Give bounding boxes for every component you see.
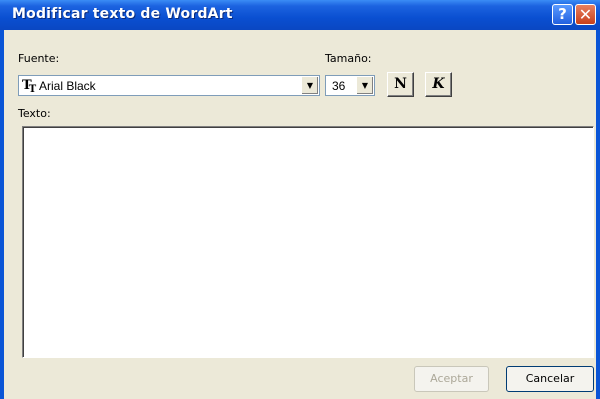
- text-label: Texto:: [18, 107, 51, 120]
- help-button[interactable]: ?: [552, 4, 573, 25]
- size-value: 36: [332, 79, 346, 93]
- chevron-down-icon: ▼: [306, 81, 314, 90]
- dialog-title: Modificar texto de WordArt: [12, 6, 233, 22]
- size-combo[interactable]: 36 ▼: [325, 75, 375, 96]
- wordart-dialog: Modificar texto de WordArt ? ✕ Fuente: T…: [0, 0, 600, 399]
- bold-button[interactable]: N: [387, 72, 414, 97]
- accept-button[interactable]: Aceptar: [414, 366, 489, 392]
- close-icon: ✕: [578, 5, 593, 24]
- truetype-icon: TT: [22, 78, 37, 95]
- size-dropdown-button[interactable]: ▼: [356, 77, 373, 94]
- bold-icon: N: [394, 76, 407, 92]
- font-combo[interactable]: TT Arial Black ▼: [18, 75, 320, 96]
- cancel-button[interactable]: Cancelar: [506, 366, 594, 392]
- italic-button[interactable]: K: [425, 72, 452, 97]
- text-area[interactable]: [22, 126, 594, 358]
- close-button[interactable]: ✕: [575, 4, 596, 25]
- size-label: Tamaño:: [325, 52, 372, 65]
- font-label: Fuente:: [18, 52, 60, 65]
- help-icon: ?: [558, 5, 567, 23]
- font-dropdown-button[interactable]: ▼: [301, 77, 318, 94]
- title-bar[interactable]: Modificar texto de WordArt ? ✕: [0, 0, 600, 30]
- dialog-body: Fuente: TT Arial Black ▼ Tamaño: 36 ▼ N …: [4, 30, 596, 399]
- chevron-down-icon: ▼: [361, 81, 369, 90]
- font-value: Arial Black: [39, 79, 96, 93]
- italic-icon: K: [432, 76, 445, 92]
